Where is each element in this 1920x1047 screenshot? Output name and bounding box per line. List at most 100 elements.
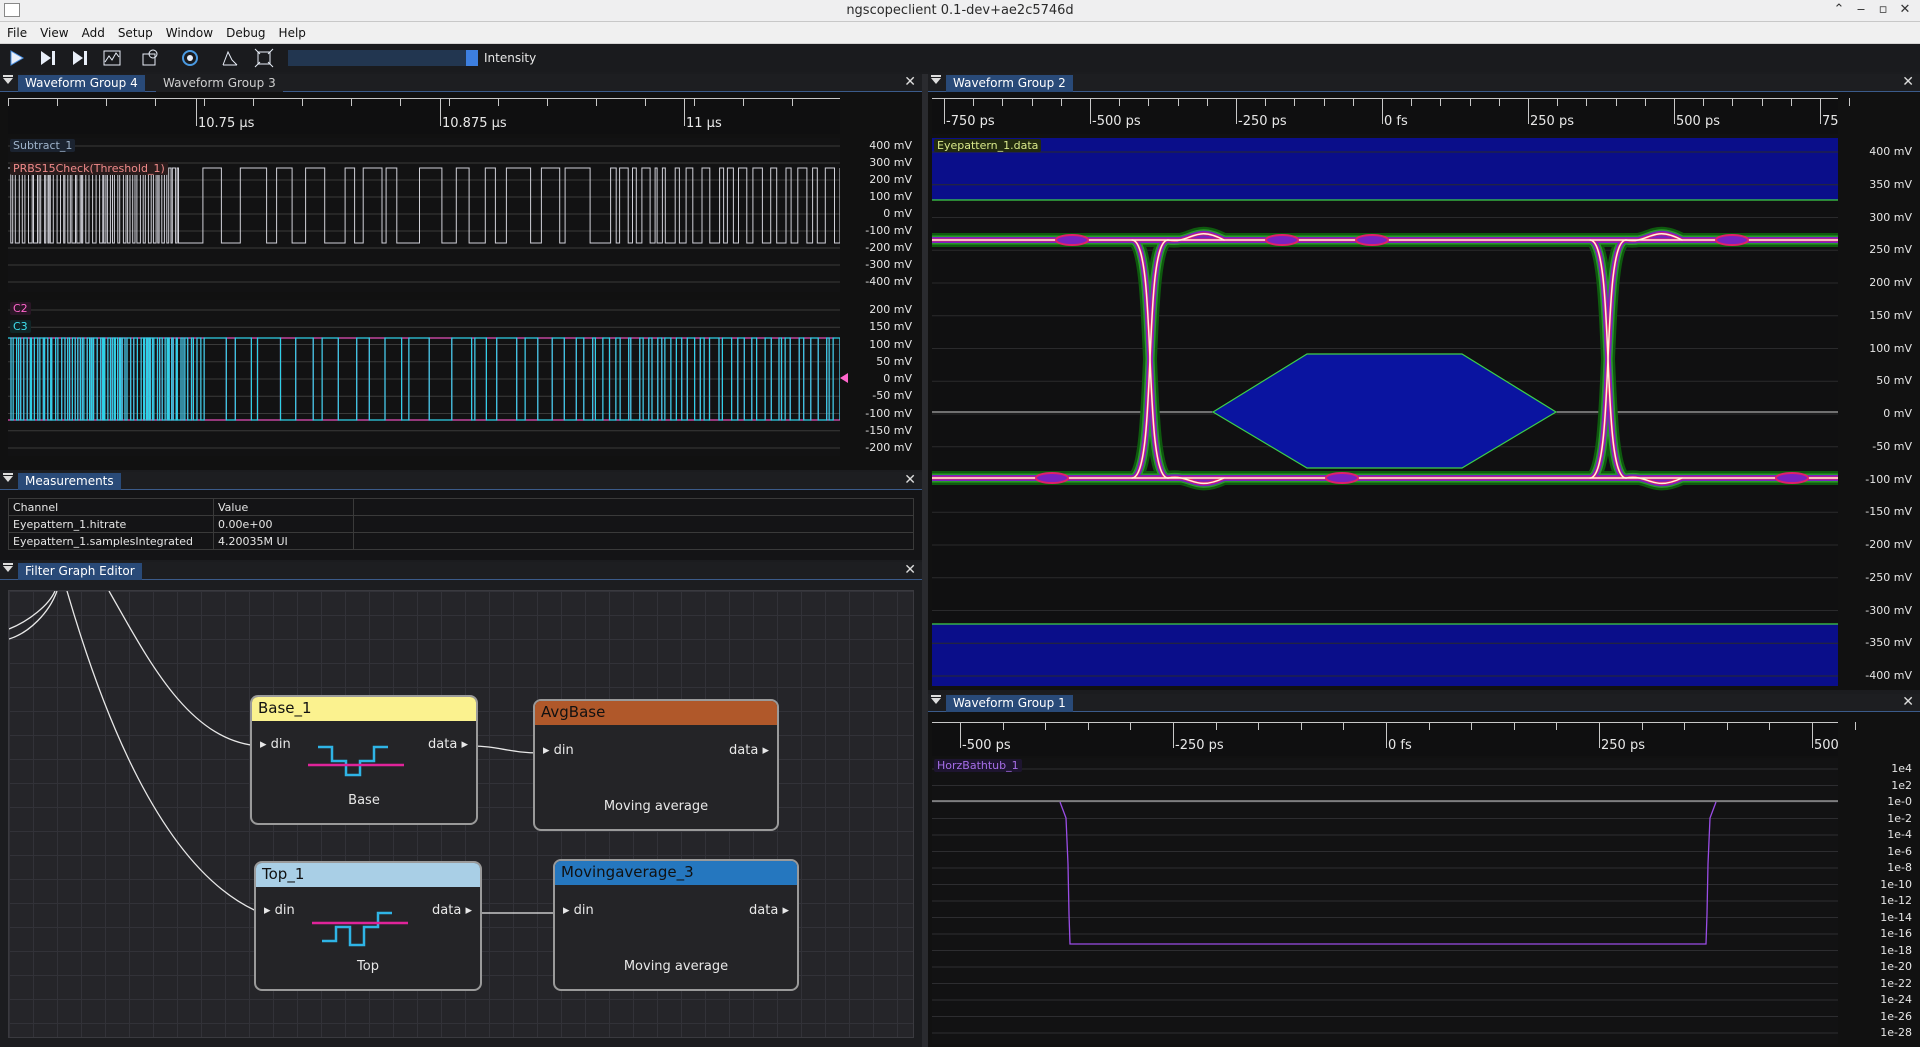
tab-waveform-group-4[interactable]: Waveform Group 4: [18, 75, 145, 92]
close-icon[interactable]: ✕: [1902, 74, 1914, 90]
node-subtitle: Base: [348, 793, 380, 808]
time-ruler[interactable]: 10.75 µs 10.875 µs 11 µs: [8, 98, 840, 134]
column-header-channel[interactable]: Channel: [8, 498, 214, 516]
tab-measurements[interactable]: Measurements: [18, 473, 121, 490]
node-top-1[interactable]: Top_1 ▸ din data ▸ Top: [254, 861, 482, 991]
menu-add[interactable]: Add: [75, 22, 111, 40]
waveform-group-1-panel: Waveform Group 1 ✕ -500 ps -250 ps 0 fs 250…: [928, 694, 1920, 1047]
input-port[interactable]: ▸ din: [260, 737, 291, 752]
collapse-icon[interactable]: [3, 563, 13, 572]
tab-waveform-group-1[interactable]: Waveform Group 1: [946, 695, 1073, 712]
tab-waveform-group-3[interactable]: Waveform Group 3: [156, 75, 283, 92]
output-port[interactable]: data ▸: [432, 903, 472, 918]
menu-setup[interactable]: Setup: [111, 22, 159, 40]
intensity-slider[interactable]: [288, 50, 478, 66]
channel-label-c3[interactable]: C3: [10, 320, 31, 333]
measurement-value: 4.20035M UI: [213, 532, 354, 550]
time-ruler[interactable]: -750 ps -500 ps -250 ps 0 fs 250 ps 500 ps 75: [932, 98, 1851, 134]
shade-icon[interactable]: ⌃: [1830, 2, 1848, 17]
time-tick-label: -250 ps: [1238, 114, 1287, 129]
collapse-icon[interactable]: [931, 695, 941, 704]
bathtub-area[interactable]: HorzBathtub_1: [932, 758, 1838, 1044]
eye-voltage-axis[interactable]: 400 mV 350 mV 300 mV 250 mV 200 mV 150 mV 100 …: [1840, 138, 1916, 686]
eye-pattern-plot: [932, 138, 1838, 686]
window-title: ngscopeclient 0.1-dev+ae2c5746d: [846, 3, 1074, 18]
axis-tick-label: 1e-24: [1880, 993, 1912, 1006]
tab-waveform-group-2[interactable]: Waveform Group 2: [946, 75, 1073, 92]
intensity-label: Intensity: [484, 51, 537, 65]
input-port[interactable]: ▸ din: [543, 743, 574, 758]
intensity-slider-handle[interactable]: [466, 50, 478, 66]
menu-help[interactable]: Help: [272, 22, 312, 40]
axis-tick-label: 50 mV: [876, 354, 912, 368]
time-tick-label: -250 ps: [1175, 738, 1224, 753]
column-header-value[interactable]: Value: [213, 498, 354, 516]
output-port[interactable]: data ▸: [729, 743, 769, 758]
measurements-tabstrip: Measurements ✕: [0, 472, 922, 490]
maximize-icon[interactable]: ▫: [1874, 2, 1892, 17]
menu-window[interactable]: Window: [159, 22, 219, 40]
output-port[interactable]: data ▸: [428, 737, 468, 752]
input-port[interactable]: ▸ din: [563, 903, 594, 918]
axis-tick-label: 1e-28: [1880, 1026, 1912, 1039]
measurement-channel: Eyepattern_1.samplesIntegrated: [8, 532, 214, 550]
cursor-icon[interactable]: [220, 48, 240, 68]
sync-icon[interactable]: [140, 48, 160, 68]
upper-voltage-axis[interactable]: 400 mV 300 mV 200 mV 100 mV 0 mV -100 mV -200 …: [846, 138, 916, 292]
collapse-icon[interactable]: [931, 75, 941, 84]
channel-label-horzbathtub[interactable]: HorzBathtub_1: [934, 759, 1022, 772]
axis-tick-label: -100 mV: [865, 406, 912, 420]
measurements-panel: Measurements ✕ Channel Value Eyepattern_1…: [0, 472, 922, 560]
refresh-icon[interactable]: [180, 48, 200, 68]
axis-tick-label: 1e-8: [1887, 861, 1912, 874]
output-port[interactable]: data ▸: [749, 903, 789, 918]
collapse-icon[interactable]: [3, 473, 13, 482]
axis-tick-label: -200 mV: [865, 441, 912, 454]
close-window-icon[interactable]: ✕: [1896, 2, 1914, 17]
eye-pattern-area[interactable]: Eyepattern_1.data: [932, 138, 1838, 686]
table-row[interactable]: Eyepattern_1.hitrate 0.00e+00: [8, 515, 914, 533]
play-single-icon[interactable]: [38, 48, 58, 68]
lower-waveform-area[interactable]: C2 C3: [8, 300, 840, 456]
channel-label-prbs15check[interactable]: PRBS15Check(Threshold_1): [10, 162, 168, 175]
input-port[interactable]: ▸ din: [264, 903, 295, 918]
axis-tick-label: 400 mV: [1869, 145, 1912, 158]
channel-label-c2[interactable]: C2: [10, 302, 31, 315]
filter-graph-canvas[interactable]: Base_1 ▸ din data ▸ Base AvgBase ▸ din d…: [8, 590, 914, 1038]
axis-tick-label: 1e-18: [1880, 943, 1912, 957]
table-row[interactable]: Eyepattern_1.samplesIntegrated 4.20035M U…: [8, 532, 914, 550]
menu-view[interactable]: View: [33, 22, 74, 40]
history-icon[interactable]: [102, 48, 122, 68]
lower-voltage-axis[interactable]: 200 mV 150 mV 100 mV 50 mV 0 mV -50 mV -100 mV…: [846, 300, 916, 456]
axis-tick-label: 100 mV: [869, 190, 912, 203]
node-base-1[interactable]: Base_1 ▸ din data ▸ Base: [250, 695, 478, 825]
axis-tick-label: 150 mV: [869, 320, 912, 334]
close-icon[interactable]: ✕: [1902, 694, 1914, 710]
fit-icon[interactable]: [254, 48, 274, 68]
time-tick-label: 500 ps: [1676, 114, 1720, 129]
minimize-icon[interactable]: ‒: [1852, 2, 1870, 17]
node-movingaverage-3[interactable]: Movingaverage_3 ▸ din data ▸ Moving aver…: [553, 859, 799, 991]
channel-label-eyepattern[interactable]: Eyepattern_1.data: [934, 139, 1042, 152]
axis-tick-label: 100 mV: [869, 337, 912, 351]
time-tick-label: 500: [1814, 738, 1839, 753]
bathtub-axis[interactable]: 1e4 1e2 1e-0 1e-2 1e-4 1e-6 1e-8 1e-10 1e-12 1e-1…: [1840, 758, 1916, 1044]
menu-debug[interactable]: Debug: [219, 22, 271, 40]
close-icon[interactable]: ✕: [904, 74, 916, 90]
close-icon[interactable]: ✕: [904, 472, 916, 488]
waveform-group-4-panel: Waveform Group 4 Waveform Group 3 ✕ 10.7…: [0, 74, 922, 470]
menu-file[interactable]: File: [0, 22, 33, 40]
upper-waveform-area[interactable]: Subtract_1 PRBS15Check(Threshold_1): [8, 138, 840, 292]
channel-label-subtract[interactable]: Subtract_1: [10, 139, 76, 152]
filter-graph-tabstrip: Filter Graph Editor ✕: [0, 562, 922, 580]
axis-tick-label: -350 mV: [1865, 636, 1912, 650]
axis-tick-label: -100 mV: [865, 224, 912, 237]
tab-filter-graph-editor[interactable]: Filter Graph Editor: [18, 563, 142, 580]
play-icon[interactable]: [6, 48, 26, 68]
time-tick-label: 75: [1822, 114, 1839, 129]
close-icon[interactable]: ✕: [904, 562, 916, 578]
play-step-icon[interactable]: [70, 48, 90, 68]
node-avgbase[interactable]: AvgBase ▸ din data ▸ Moving average: [533, 699, 779, 831]
collapse-icon[interactable]: [3, 75, 13, 84]
time-ruler[interactable]: -500 ps -250 ps 0 fs 250 ps 500: [932, 722, 1856, 756]
